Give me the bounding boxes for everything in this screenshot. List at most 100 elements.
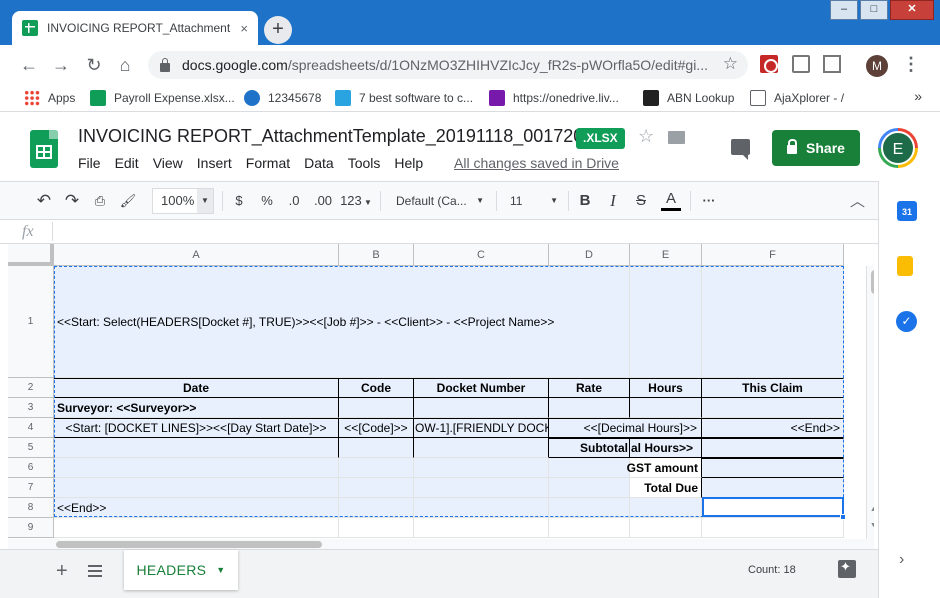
- cell-b6[interactable]: [339, 458, 414, 478]
- minimize-icon[interactable]: –: [830, 0, 858, 20]
- cell-c7[interactable]: [414, 478, 549, 498]
- cell-a5[interactable]: [54, 438, 339, 458]
- new-tab-button[interactable]: +: [264, 16, 292, 44]
- row-header-5[interactable]: 5: [8, 438, 54, 458]
- cell-b8[interactable]: [339, 498, 414, 518]
- percent-format-button[interactable]: %: [258, 191, 276, 211]
- bookmark-best-software[interactable]: 7 best software to c...: [335, 89, 473, 107]
- all-sheets-list-icon[interactable]: [88, 565, 102, 577]
- sheets-logo-icon[interactable]: [30, 130, 58, 168]
- row-header-9[interactable]: 9: [8, 518, 54, 538]
- extension-icon[interactable]: [823, 55, 841, 73]
- cell-c8[interactable]: [414, 498, 549, 518]
- cell-b3[interactable]: [339, 398, 414, 418]
- menu-format[interactable]: Format: [246, 155, 290, 171]
- bold-button[interactable]: B: [576, 191, 594, 211]
- scroll-up-icon[interactable]: ▲: [870, 506, 874, 513]
- row-header-3[interactable]: 3: [8, 398, 54, 418]
- italic-button[interactable]: I: [604, 191, 622, 211]
- bookmark-onedrive[interactable]: https://onedrive.liv...: [489, 89, 619, 107]
- move-folder-icon[interactable]: [668, 131, 685, 144]
- cell-b2[interactable]: Code: [339, 378, 414, 398]
- cell-f9[interactable]: [702, 518, 844, 538]
- cell-c6[interactable]: [414, 458, 549, 478]
- bookmark-abn-lookup[interactable]: ABN Lookup: [643, 89, 734, 107]
- home-icon[interactable]: ⌂: [114, 54, 136, 76]
- tab-close-icon[interactable]: ×: [240, 21, 248, 36]
- cell-b7[interactable]: [339, 478, 414, 498]
- row-header-6[interactable]: 6: [8, 458, 54, 478]
- cell-d5[interactable]: Subtotal: [549, 438, 630, 458]
- menu-help[interactable]: Help: [394, 155, 423, 171]
- number-format-button[interactable]: 123 ▼: [340, 191, 372, 211]
- row-header-7[interactable]: 7: [8, 478, 54, 498]
- comment-icon[interactable]: [731, 139, 750, 160]
- cell-d3[interactable]: [549, 398, 630, 418]
- redo-icon[interactable]: ↷: [62, 191, 82, 211]
- add-sheet-button[interactable]: +: [56, 560, 68, 583]
- scroll-down-icon[interactable]: ▼: [870, 522, 874, 529]
- font-family-select[interactable]: Default (Ca... ▼: [396, 191, 488, 211]
- cell-d2[interactable]: Rate: [549, 378, 630, 398]
- bookmark-ajaxplorer[interactable]: AjaXplorer - /: [750, 89, 844, 107]
- cell-f5[interactable]: [702, 438, 844, 458]
- star-icon[interactable]: ☆: [638, 126, 654, 147]
- cell-d4[interactable]: <<[Decimal Hours]>>: [549, 418, 702, 438]
- collapse-menu-icon[interactable]: ︿: [850, 190, 865, 211]
- column-header-d[interactable]: D: [549, 244, 630, 266]
- cell-e9[interactable]: [630, 518, 702, 538]
- cell-a1[interactable]: <<Start: Select(HEADERS[Docket #], TRUE)…: [54, 266, 630, 378]
- save-status[interactable]: All changes saved in Drive: [454, 155, 619, 171]
- menu-tools[interactable]: Tools: [348, 155, 381, 171]
- browser-tab-invoicing[interactable]: INVOICING REPORT_Attachment ×: [12, 11, 258, 45]
- chevron-down-icon[interactable]: ▼: [216, 565, 225, 575]
- bookmark-payroll[interactable]: Payroll Expense.xlsx...: [90, 89, 235, 107]
- horizontal-scroll-thumb[interactable]: [56, 541, 322, 548]
- increase-decimal-button[interactable]: .00: [311, 191, 335, 211]
- cell-d9[interactable]: [549, 518, 630, 538]
- row-header-2[interactable]: 2: [8, 378, 54, 398]
- document-title[interactable]: INVOICING REPORT_AttachmentTemplate_2019…: [78, 126, 583, 147]
- cell-c5[interactable]: [414, 438, 549, 458]
- forward-arrow-icon[interactable]: →: [50, 54, 72, 76]
- menu-insert[interactable]: Insert: [197, 155, 232, 171]
- cell-d8[interactable]: [549, 498, 630, 518]
- select-all-corner[interactable]: [8, 244, 54, 266]
- cell-a7[interactable]: [54, 478, 339, 498]
- browser-menu-icon[interactable]: ⋮: [902, 54, 920, 75]
- column-header-f[interactable]: F: [702, 244, 844, 266]
- address-bar[interactable]: docs.google.com/spreadsheets/d/1ONzMO3ZH…: [148, 51, 748, 79]
- column-header-b[interactable]: B: [339, 244, 414, 266]
- horizontal-scrollbar[interactable]: [8, 539, 874, 549]
- cell-a3[interactable]: Surveyor: <<Surveyor>>: [54, 398, 339, 418]
- formula-input[interactable]: [56, 220, 866, 243]
- cell-a9[interactable]: [54, 518, 339, 538]
- decrease-decimal-button[interactable]: .0: [284, 191, 304, 211]
- cell-c4[interactable]: OW-1].[FRIENDLY DOCKET #]>>: [414, 418, 549, 438]
- bookmark-12345678[interactable]: 12345678: [244, 89, 321, 107]
- cell-c2[interactable]: Docket Number: [414, 378, 549, 398]
- calendar-icon[interactable]: 31: [897, 201, 917, 221]
- cell-b4[interactable]: <<[Code]>>: [339, 418, 414, 438]
- tasks-icon[interactable]: ✓: [896, 311, 917, 332]
- cell-e3[interactable]: [630, 398, 702, 418]
- column-header-a[interactable]: A: [54, 244, 339, 266]
- selection-count[interactable]: Count: 18: [748, 564, 796, 576]
- column-header-c[interactable]: C: [414, 244, 549, 266]
- cell-b5[interactable]: [339, 438, 414, 458]
- cell-c3[interactable]: [414, 398, 549, 418]
- row-header-1[interactable]: 1: [8, 266, 54, 378]
- print-icon[interactable]: ⎙: [90, 191, 110, 211]
- cell-e5[interactable]: al Hours>>: [630, 438, 702, 458]
- more-options-icon[interactable]: ···: [698, 191, 720, 211]
- cell-f1[interactable]: [702, 266, 844, 378]
- cell-e1[interactable]: [630, 266, 702, 378]
- cell-e2[interactable]: Hours: [630, 378, 702, 398]
- cell-f3[interactable]: [702, 398, 844, 418]
- font-size-select[interactable]: 11 ▼: [510, 191, 560, 211]
- pdf-extension-icon[interactable]: [760, 55, 778, 73]
- row-header-8[interactable]: 8: [8, 498, 54, 518]
- strikethrough-button[interactable]: S: [632, 191, 650, 211]
- cell-b9[interactable]: [339, 518, 414, 538]
- chevron-right-icon[interactable]: ›: [899, 551, 904, 569]
